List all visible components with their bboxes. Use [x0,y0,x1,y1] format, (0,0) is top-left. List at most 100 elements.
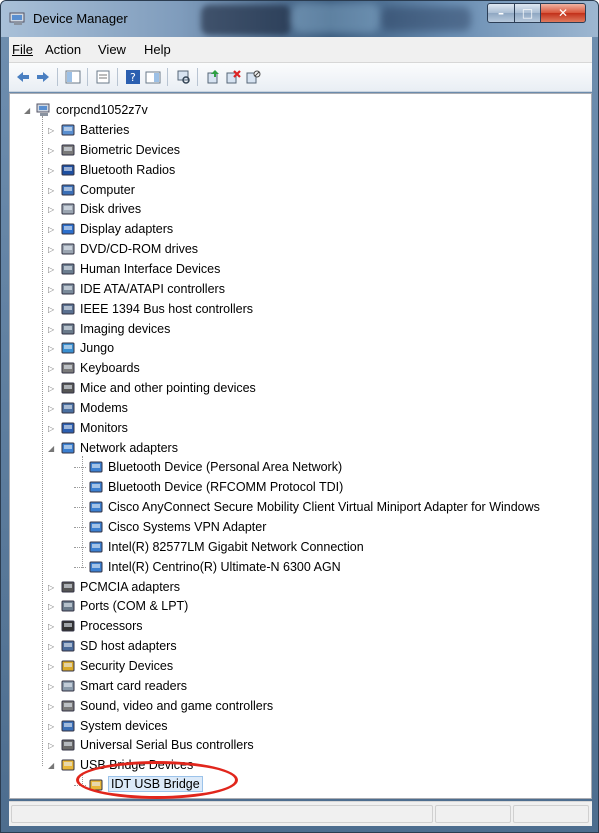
battery-icon [61,124,75,136]
tree-item-universal-serial-bus-controllers-label: Universal Serial Bus controllers [80,738,254,753]
expand-arrow-icon[interactable]: ▷ [48,265,54,274]
fingerprint-icon [61,144,75,156]
tree-item-jungo-label: Jungo [80,341,115,356]
back-arrow-icon[interactable] [15,69,31,85]
expand-arrow-icon[interactable]: ▷ [48,702,54,711]
modem-icon [61,402,75,414]
computer-icon [61,184,75,196]
speaker-icon [61,700,75,712]
expand-arrow-icon[interactable]: ▷ [48,424,54,433]
help-icon[interactable]: ? [125,69,141,85]
uninstall-device-icon[interactable] [225,69,241,85]
toolbar: ? [9,63,592,92]
close-button[interactable]: ✕ [540,3,586,23]
disk-drive-icon [61,203,75,215]
tree-item-network-adapter-label: Bluetooth Device (RFCOMM Protocol TDI) [108,480,344,495]
expand-arrow-icon[interactable]: ▷ [48,364,54,373]
collapse-arrow-icon[interactable]: ◢ [24,106,30,115]
tree-item-network-adapter-label: Cisco Systems VPN Adapter [108,520,267,534]
tree-item-network-adapter-label: Intel(R) Centrino(R) Ultimate-N 6300 AGN [108,559,341,574]
display-adapter-icon [61,223,75,235]
usb-bridge-icon [61,759,75,771]
expand-arrow-icon[interactable]: ▷ [48,166,54,175]
device-tree[interactable]: ◢ corpcnd1052z7v ▷ Batteries ▷ Biometric De… [9,93,592,799]
tree-item-sd-host-adapters-label: SD host adapters [80,639,177,654]
tree-item-keyboards-label: Keyboards [80,361,140,376]
expand-arrow-icon[interactable]: ▷ [48,186,54,195]
tree-item-dvd-cd-rom-drives-label: DVD/CD-ROM drives [80,242,199,257]
properties-icon[interactable] [95,69,111,85]
monitor-icon [61,422,75,434]
collapse-arrow-icon[interactable]: ◢ [48,444,54,453]
expand-arrow-icon[interactable]: ▷ [48,602,54,611]
device-manager-icon [9,12,25,25]
close-icon: ✕ [557,6,569,20]
window-title: Device Manager [33,11,128,26]
expand-arrow-icon[interactable]: ▷ [48,344,54,353]
ide-controller-icon [61,283,75,295]
disable-device-icon[interactable] [245,69,261,85]
expand-arrow-icon[interactable]: ▷ [48,325,54,334]
expand-arrow-icon[interactable]: ▷ [48,126,54,135]
update-driver-icon[interactable] [205,69,221,85]
expand-arrow-icon[interactable]: ▷ [48,146,54,155]
expand-arrow-icon[interactable]: ▷ [48,205,54,214]
menu-help[interactable]: Help [144,42,171,57]
expand-arrow-icon[interactable]: ▷ [48,404,54,413]
minimize-button[interactable]: – [487,3,515,23]
network-adapter-icon [89,541,103,553]
menu-file[interactable]: File [12,42,33,57]
network-adapter-icon [61,442,75,454]
tree-item-system-devices-label: System devices [80,718,168,733]
show-hide-console-tree-icon[interactable] [65,69,81,85]
scan-hardware-icon[interactable] [175,69,191,85]
usb-icon [61,739,75,751]
network-adapter-icon [89,461,103,473]
expand-arrow-icon[interactable]: ▷ [48,384,54,393]
title-bar[interactable]: Device Manager – □ ✕ [1,1,598,37]
port-icon [61,600,75,612]
menu-view[interactable]: View [98,42,126,57]
tree-item-batteries-label: Batteries [80,123,130,137]
maximize-button[interactable]: □ [514,3,541,23]
computer-icon [36,103,50,116]
keyboard-icon [61,362,75,374]
network-adapter-icon [89,501,103,513]
collapse-arrow-icon[interactable]: ◢ [48,761,54,770]
tree-item-network-adapter-label: Bluetooth Device (Personal Area Network) [108,460,343,475]
expand-arrow-icon[interactable]: ▷ [48,741,54,750]
menu-action[interactable]: Action [45,42,81,57]
expand-arrow-icon[interactable]: ▷ [48,583,54,592]
expand-arrow-icon[interactable]: ▷ [48,305,54,314]
tree-item-computer-label: Computer [80,182,135,197]
sd-card-icon [61,640,75,652]
tree-item-display-adapters-label: Display adapters [80,222,174,237]
action-pane-icon[interactable] [145,69,161,85]
tree-item-network-adapters-label: Network adapters [80,440,178,455]
tree-root-label: corpcnd1052z7v [56,103,148,117]
expand-arrow-icon[interactable]: ▷ [48,642,54,651]
tree-item-bluetooth-radios-label: Bluetooth Radios [80,162,176,177]
network-adapter-icon [89,481,103,493]
tree-item-modems-label: Modems [80,400,128,415]
expand-arrow-icon[interactable]: ▷ [48,722,54,731]
expand-arrow-icon[interactable]: ▷ [48,622,54,631]
expand-arrow-icon[interactable]: ▷ [48,225,54,234]
expand-arrow-icon[interactable]: ▷ [48,245,54,254]
forward-arrow-icon[interactable] [35,69,51,85]
svg-text:?: ? [130,71,136,84]
tree-item-security-devices-label: Security Devices [80,658,174,673]
highlight-annotation-ring [76,761,238,799]
tree-item-smart-card-readers-label: Smart card readers [80,678,187,693]
expand-arrow-icon[interactable]: ▷ [48,662,54,671]
expand-arrow-icon[interactable]: ▷ [48,285,54,294]
bluetooth-icon [61,164,75,176]
jungo-device-icon [61,342,75,354]
hid-icon [61,263,75,275]
tree-item-human-interface-devices-label: Human Interface Devices [80,261,221,276]
tree-item-processors-label: Processors [80,619,143,634]
expand-arrow-icon[interactable]: ▷ [48,682,54,691]
system-device-icon [61,720,75,731]
tree-item-mice-and-other-pointing-devices-label: Mice and other pointing devices [80,381,256,396]
tree-item-network-adapter-label: Cisco AnyConnect Secure Mobility Client … [108,500,540,515]
